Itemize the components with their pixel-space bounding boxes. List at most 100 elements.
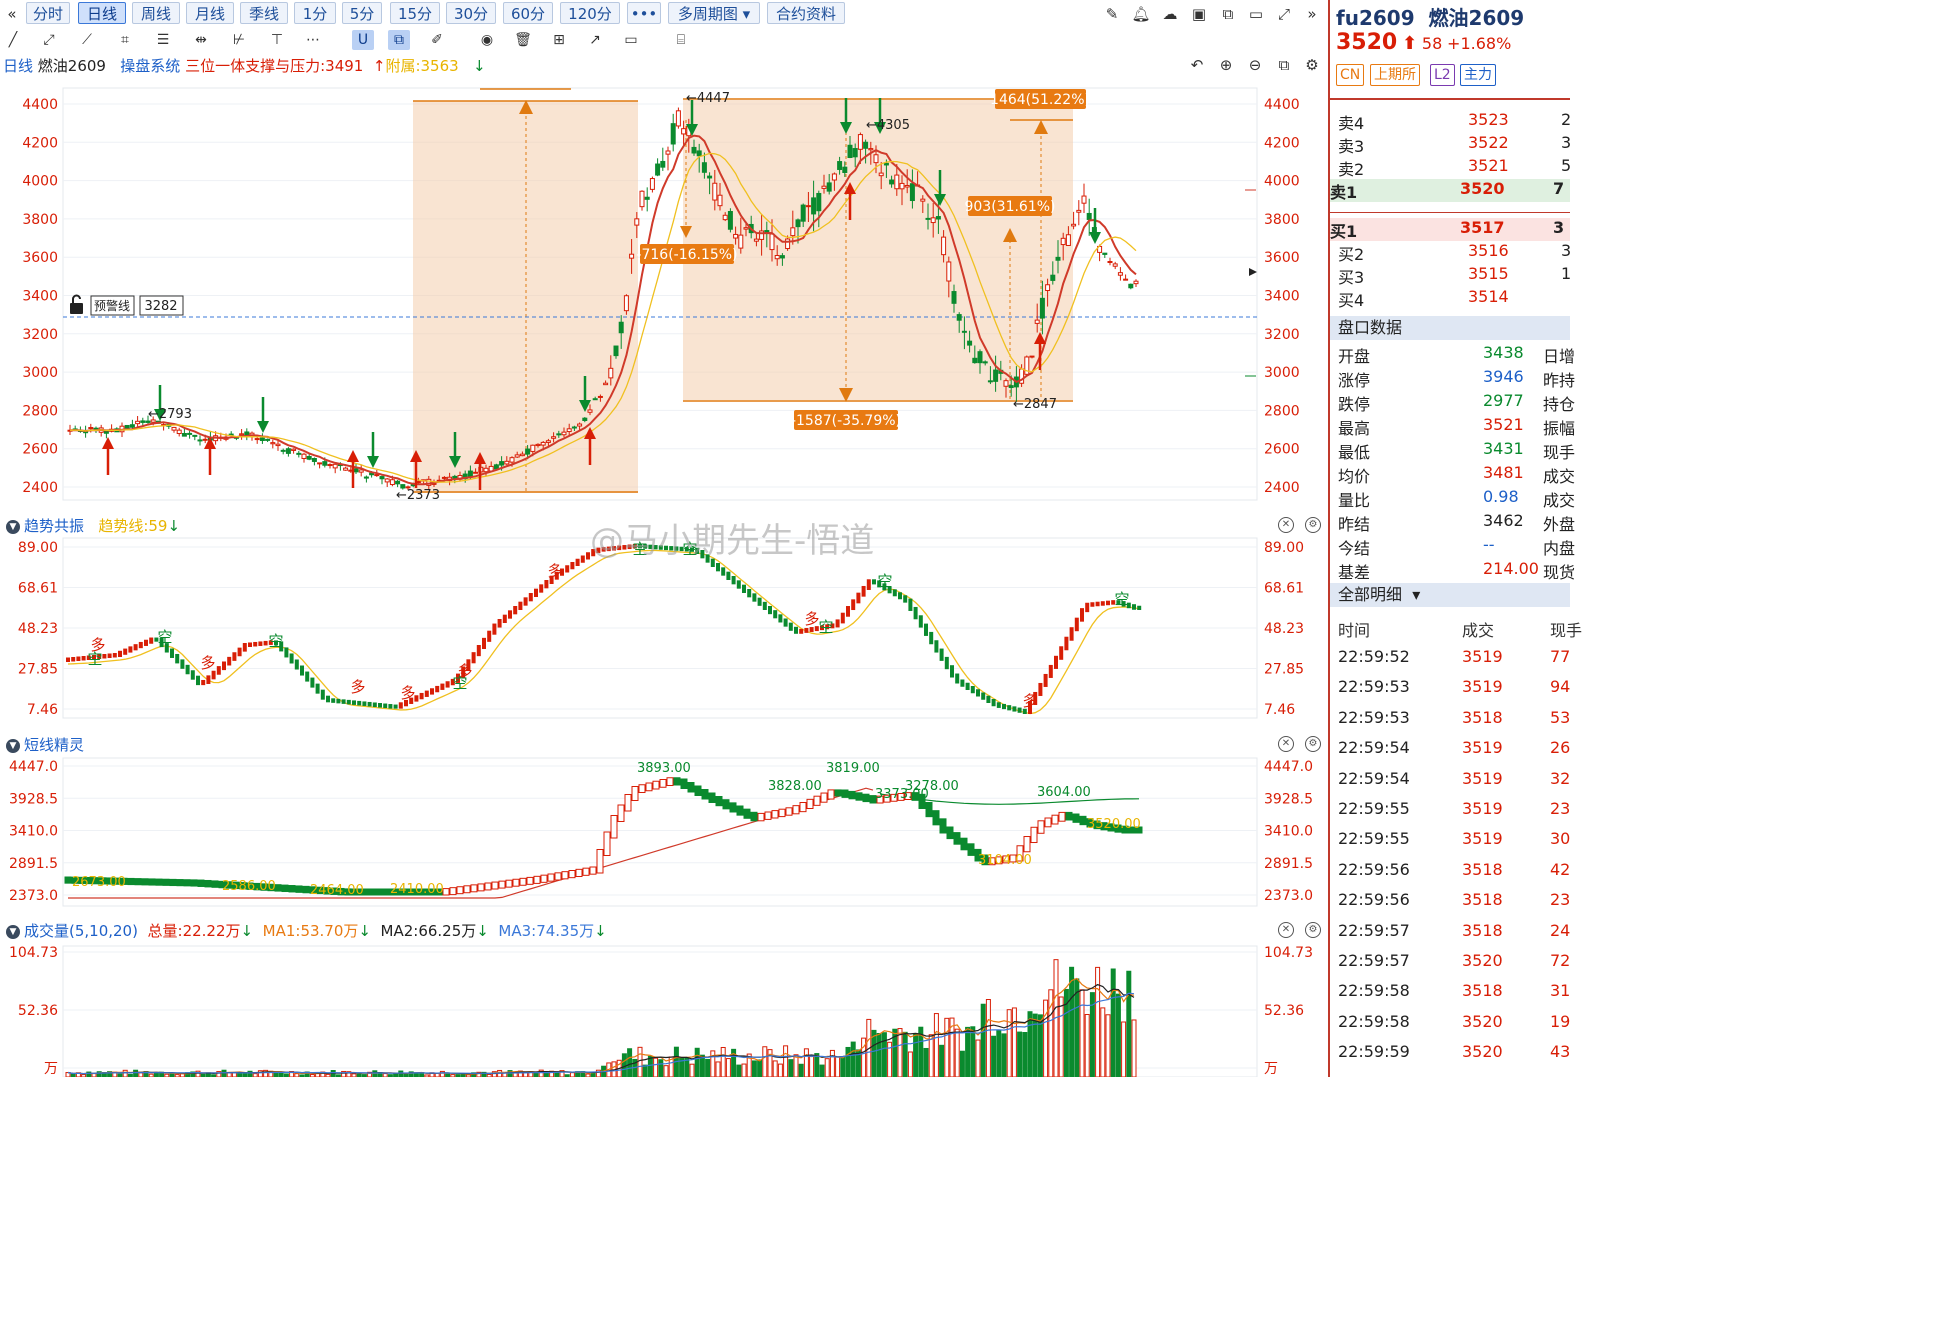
trash-icon[interactable]: 🗑︎ <box>512 30 534 50</box>
range-tool-icon[interactable]: ⇹ <box>190 30 212 50</box>
candle-body <box>712 182 718 201</box>
multi-period-dropdown[interactable]: 多周期图 ▾ <box>668 2 760 24</box>
fib-tool-icon[interactable]: ☰ <box>152 30 174 50</box>
candle-body <box>993 369 999 382</box>
close-panel-icon[interactable]: ✕ <box>1278 922 1294 938</box>
tick-row[interactable]: 22:59:55 3519 23 <box>1338 799 1578 822</box>
volume-bar <box>637 1046 643 1077</box>
stat-row[interactable]: 今结 -- 内盘 <box>1338 535 1578 558</box>
stat-row[interactable]: 昨结 3462 外盘 <box>1338 511 1578 534</box>
collapse-triangle-icon[interactable]: ▼ <box>6 924 20 939</box>
period-button-30min[interactable]: 30分 <box>446 2 496 24</box>
period-button-60min[interactable]: 60分 <box>503 2 553 24</box>
fullscreen-icon[interactable]: ⤢ <box>1274 4 1294 24</box>
comment-icon[interactable]: ▭ <box>620 30 642 50</box>
stat-row[interactable]: 均价 3481 成交 <box>1338 463 1578 486</box>
bid-row[interactable]: 买4 3514 <box>1338 287 1578 310</box>
ask-row[interactable]: 卖1 3520 7 <box>1330 179 1570 202</box>
period-button-monthly[interactable]: 月线 <box>186 2 234 24</box>
stat-row[interactable]: 量比 0.98 成交 <box>1338 487 1578 510</box>
line-tool-icon[interactable]: ╱ <box>2 30 24 50</box>
system-label[interactable]: 操盘系统 <box>120 57 180 75</box>
short-panel-title[interactable]: 短线精灵 <box>24 736 84 754</box>
tick-row[interactable]: 22:59:54 3519 32 <box>1338 769 1578 792</box>
ask-row[interactable]: 卖2 3521 5 <box>1338 156 1578 179</box>
camera-icon[interactable]: ▣ <box>1189 4 1209 24</box>
zoom-out-icon[interactable]: ⊖ <box>1245 55 1265 75</box>
bid-row[interactable]: 买1 3517 3 <box>1330 218 1570 241</box>
collapse-triangle-icon[interactable]: ▼ <box>6 738 20 753</box>
close-panel-icon[interactable]: ✕ <box>1278 517 1294 533</box>
tick-row[interactable]: 22:59:56 3518 42 <box>1338 860 1578 883</box>
warning-lock-icon[interactable] <box>70 294 83 315</box>
candle-body <box>519 453 525 457</box>
period-button-daily[interactable]: 日线 <box>78 2 126 24</box>
panel-settings-icon[interactable]: ⚙ <box>1305 517 1321 533</box>
stat-row[interactable]: 基差 214.00 现货 <box>1338 559 1578 582</box>
layers-icon[interactable]: ⧉ <box>388 30 410 50</box>
collapse-triangle-icon[interactable]: ▼ <box>6 519 20 534</box>
tick-row[interactable]: 22:59:57 3520 72 <box>1338 951 1578 974</box>
window-icon[interactable]: ⧉ <box>1218 4 1238 24</box>
crop-tool-icon[interactable]: ⌗ <box>114 30 136 50</box>
more-periods-button[interactable]: ••• <box>627 2 661 24</box>
pencil-icon[interactable]: ✐ <box>426 30 448 50</box>
stat-row[interactable]: 开盘 3438 日增 <box>1338 343 1578 366</box>
stat-row[interactable]: 最低 3431 现手 <box>1338 439 1578 462</box>
bid-row[interactable]: 买3 3515 1 <box>1338 264 1578 287</box>
eye-icon[interactable]: ◉ <box>476 30 498 50</box>
panel-settings-icon[interactable]: ⚙ <box>1305 922 1321 938</box>
period-button-15min[interactable]: 15分 <box>390 2 440 24</box>
collapse-right-icon[interactable]: » <box>1302 4 1322 24</box>
stat-row[interactable]: 涨停 3946 昨持 <box>1338 367 1578 390</box>
close-panel-icon[interactable]: ✕ <box>1278 736 1294 752</box>
stat-row[interactable]: 最高 3521 振幅 <box>1338 415 1578 438</box>
tick-row[interactable]: 22:59:59 3520 43 <box>1338 1042 1578 1065</box>
trend-panel-title[interactable]: 趋势共振 <box>24 517 84 535</box>
bell-icon[interactable]: 🔔︎ <box>1131 4 1151 24</box>
instrument-name: 燃油2609 <box>37 57 106 75</box>
period-button-quarterly[interactable]: 季线 <box>240 2 288 24</box>
ticks-header[interactable]: 全部明细 ▾ <box>1330 583 1570 607</box>
period-button-120min[interactable]: 120分 <box>560 2 620 24</box>
contract-info-button[interactable]: 合约资料 <box>767 2 845 24</box>
stat-row[interactable]: 跌停 2977 持仓 <box>1338 391 1578 414</box>
magnet-icon[interactable]: U <box>352 30 374 50</box>
zoom-in-icon[interactable]: ⊕ <box>1216 55 1236 75</box>
volume-panel-title[interactable]: 成交量(5,10,20) <box>24 922 138 940</box>
tick-row[interactable]: 22:59:55 3519 30 <box>1338 829 1578 852</box>
period-button-1min[interactable]: 1分 <box>294 2 336 24</box>
period-button-weekly[interactable]: 周线 <box>132 2 180 24</box>
fan-tool-icon[interactable]: ⊬ <box>228 30 250 50</box>
ask-row[interactable]: 卖4 3523 2 <box>1338 110 1578 133</box>
tick-row[interactable]: 22:59:56 3518 23 <box>1338 890 1578 913</box>
monitor-icon[interactable]: ▭ <box>1246 4 1266 24</box>
stats-header[interactable]: 盘口数据 <box>1330 316 1570 340</box>
tick-row[interactable]: 22:59:58 3518 31 <box>1338 981 1578 1004</box>
period-button-5min[interactable]: 5分 <box>342 2 382 24</box>
cloud-icon[interactable]: ☁ <box>1160 4 1180 24</box>
tick-row[interactable]: 22:59:58 3520 19 <box>1338 1012 1578 1035</box>
copy-icon[interactable]: ⧉ <box>1274 55 1294 75</box>
bid-row[interactable]: 买2 3516 3 <box>1338 241 1578 264</box>
tick-row[interactable]: 22:59:52 3519 77 <box>1338 647 1578 670</box>
grid-icon[interactable]: ⊞ <box>548 30 570 50</box>
tick-row[interactable]: 22:59:53 3518 53 <box>1338 708 1578 731</box>
tick-row[interactable]: 22:59:57 3518 24 <box>1338 921 1578 944</box>
ask-row[interactable]: 卖3 3522 3 <box>1338 133 1578 156</box>
tick-row[interactable]: 22:59:53 3519 94 <box>1338 677 1578 700</box>
more-tools-icon[interactable]: ⋯ <box>302 30 324 50</box>
level-tool-icon[interactable]: ⊤ <box>266 30 288 50</box>
period-button-fenshi[interactable]: 分时 <box>26 2 70 24</box>
panel-settings-icon[interactable]: ⚙ <box>1305 736 1321 752</box>
settings-icon[interactable]: ⚙ <box>1302 55 1322 75</box>
collapse-left-icon[interactable]: « <box>2 4 22 24</box>
segment-tool-icon[interactable]: ⤢ <box>38 30 60 50</box>
undo-icon[interactable]: ↶ <box>1187 55 1207 75</box>
short-candle <box>512 878 520 887</box>
ruler-icon[interactable]: ⌸ <box>670 30 692 50</box>
draw-pen-icon[interactable]: ✎ <box>1102 4 1122 24</box>
export-icon[interactable]: ↗ <box>584 30 606 50</box>
polyline-tool-icon[interactable]: ⟋ <box>76 30 98 50</box>
tick-row[interactable]: 22:59:54 3519 26 <box>1338 738 1578 761</box>
